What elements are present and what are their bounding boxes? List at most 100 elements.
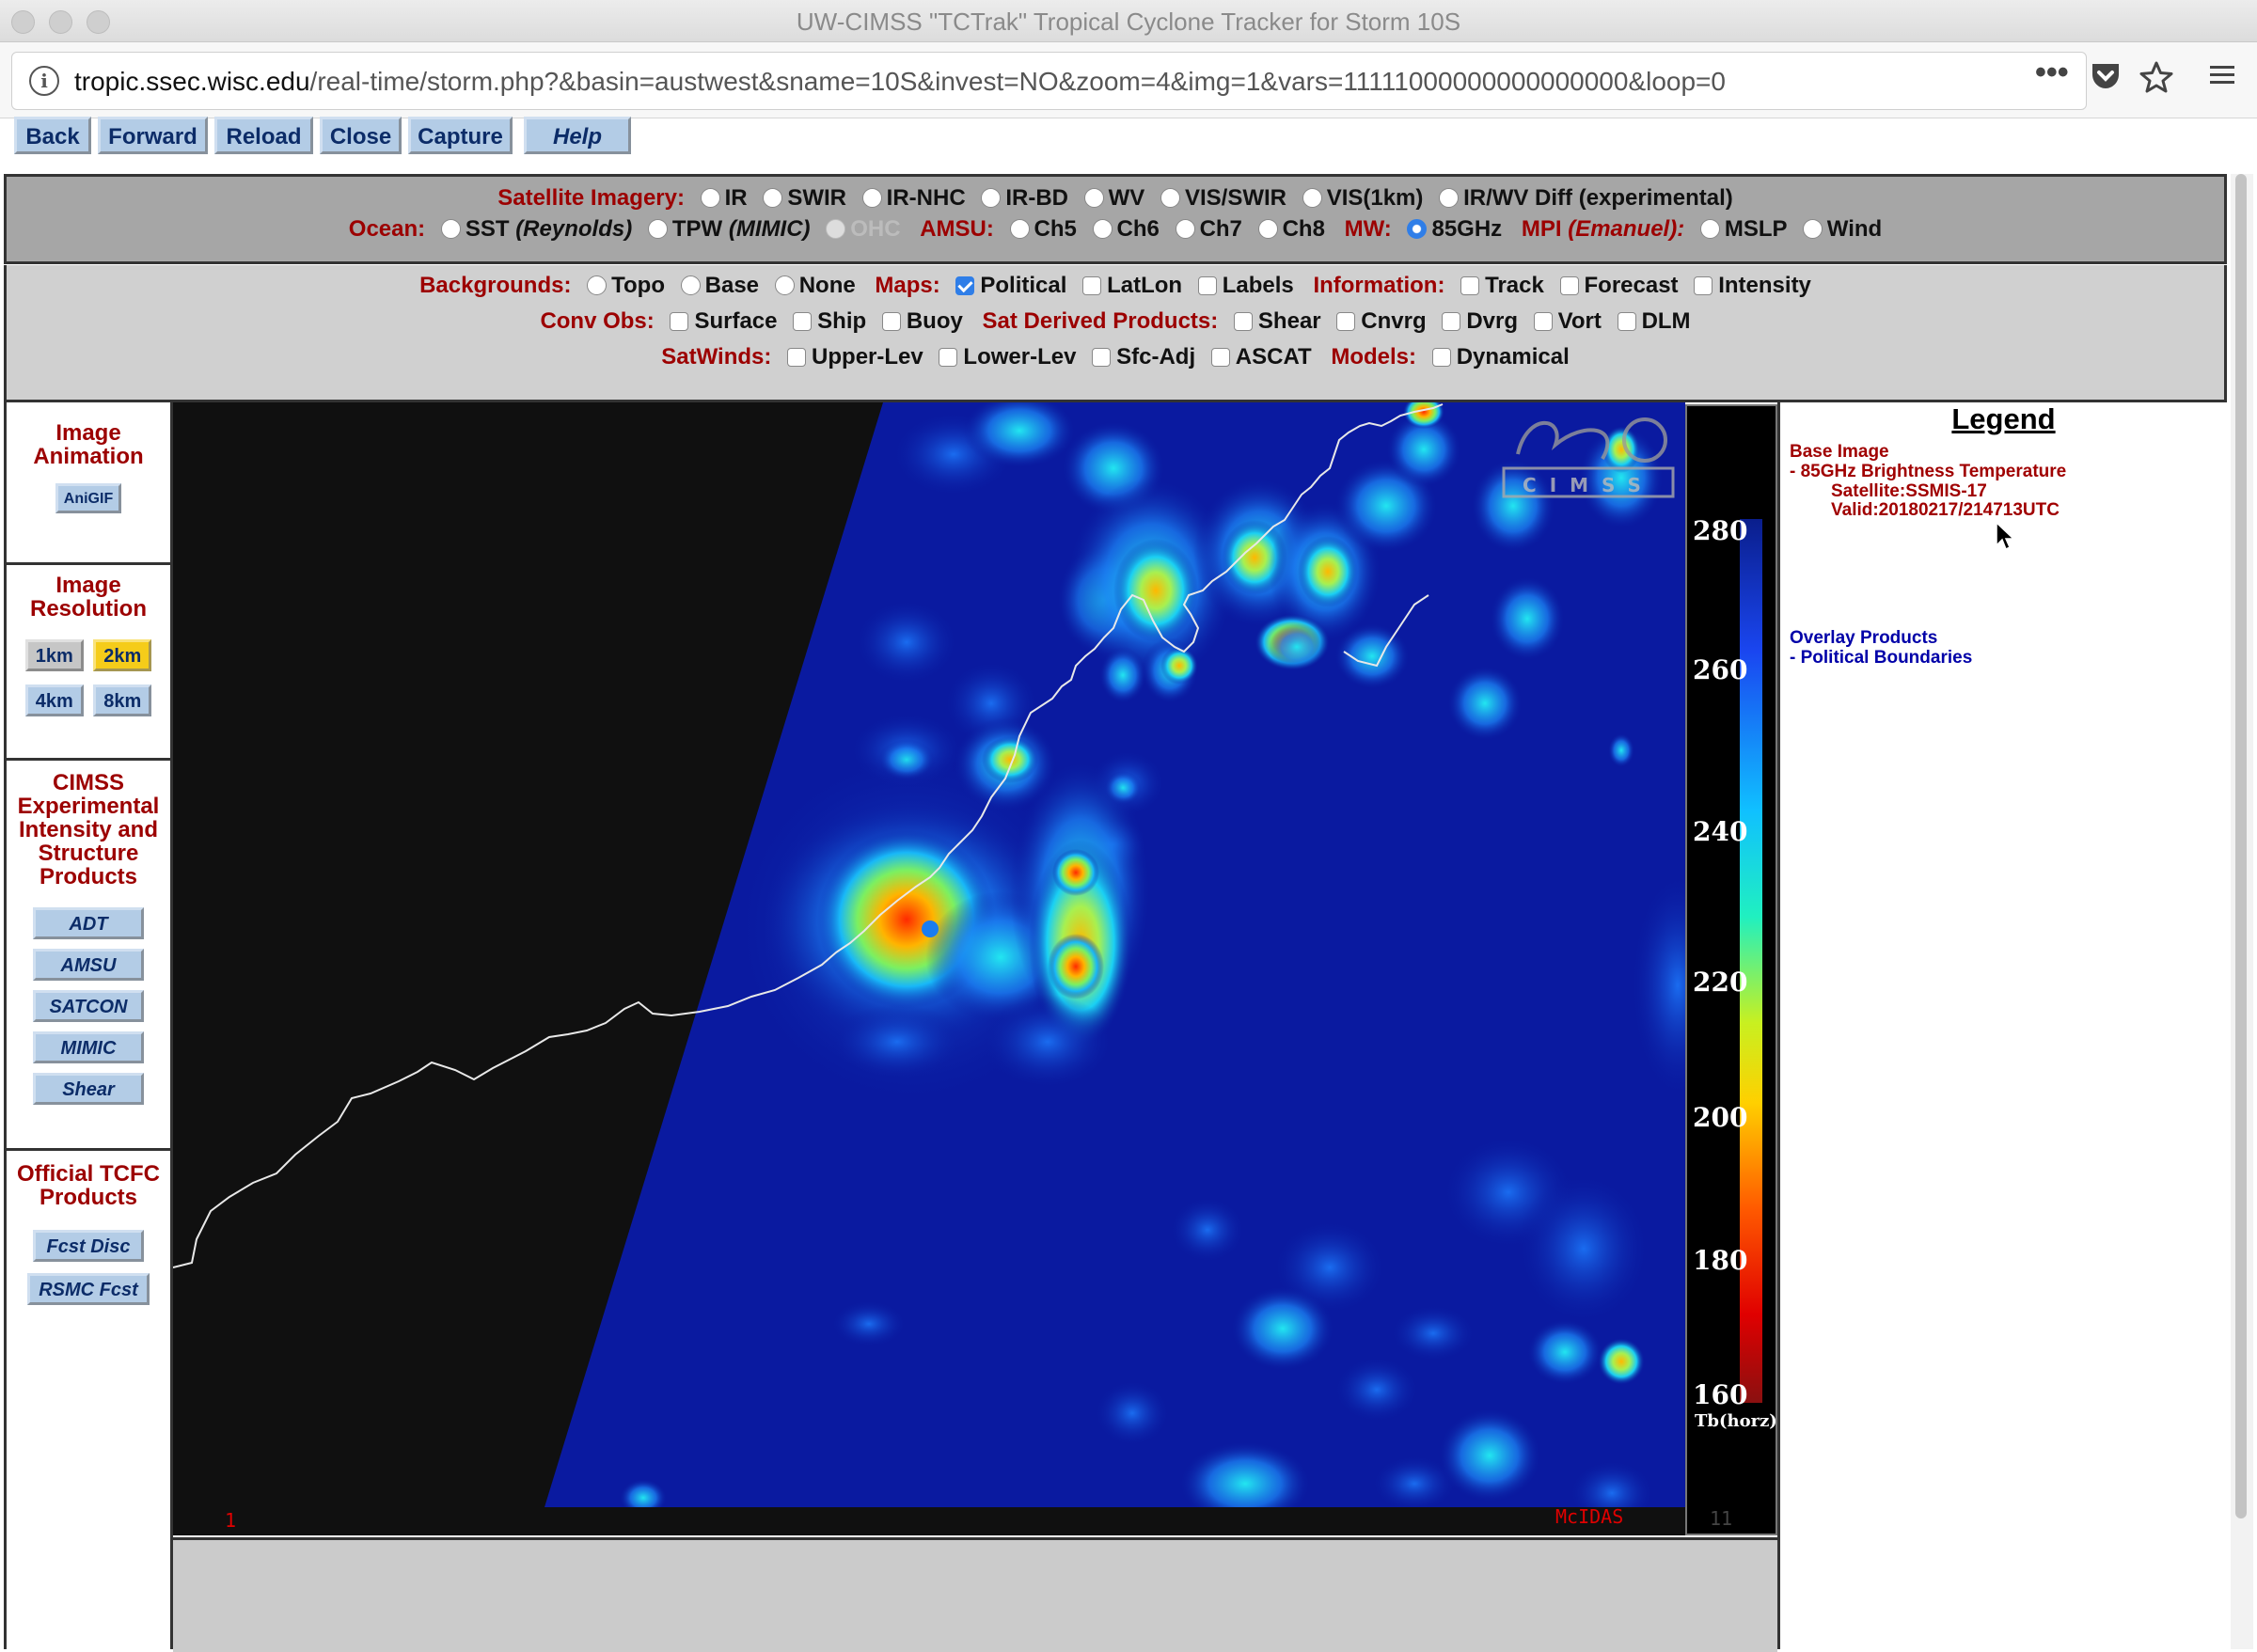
ir-wv-diff-radio[interactable]: [1439, 188, 1460, 208]
mimic-button[interactable]: MIMIC: [33, 1031, 144, 1063]
animation-title: Image Animation: [33, 420, 144, 469]
res-8km-button[interactable]: 8km: [93, 684, 152, 716]
anigif-button[interactable]: AniGIF: [55, 483, 121, 513]
wv-radio[interactable]: [1083, 188, 1104, 208]
url-text[interactable]: tropic.ssec.wisc.edu/real-time/storm.php…: [74, 67, 1726, 97]
85ghz-radio[interactable]: [1407, 219, 1428, 239]
lower-lev-option: Lower-Lev: [963, 344, 1077, 370]
ch8-option: Ch8: [1282, 216, 1325, 242]
intensity-checkbox[interactable]: [1694, 276, 1713, 295]
vis-swir-radio[interactable]: [1160, 188, 1180, 208]
forecast-option: Forecast: [1584, 273, 1679, 298]
ir-bd-radio[interactable]: [981, 188, 1002, 208]
info-icon[interactable]: i: [29, 66, 59, 96]
latlon-checkbox[interactable]: [1082, 276, 1102, 295]
ir-nhc-radio[interactable]: [861, 188, 882, 208]
labels-checkbox[interactable]: [1197, 276, 1217, 295]
sfc-adj-option: Sfc-Adj: [1116, 344, 1196, 370]
vort-option: Vort: [1557, 308, 1602, 334]
base-radio[interactable]: [680, 275, 701, 295]
legend-title: Legend: [1951, 402, 2056, 435]
ch5-radio[interactable]: [1009, 219, 1030, 239]
reload-button[interactable]: Reload: [214, 117, 313, 154]
amsu-button[interactable]: AMSU: [33, 949, 144, 981]
sst-radio[interactable]: [440, 219, 461, 239]
colorbar-tick: 280: [1693, 515, 1747, 546]
satcon-button[interactable]: SATCON: [33, 990, 144, 1022]
ch6-option: Ch6: [1116, 216, 1160, 242]
swir-radio[interactable]: [763, 188, 783, 208]
tpw-source: (MIMIC): [728, 216, 811, 242]
forecast-checkbox[interactable]: [1559, 276, 1579, 295]
sfc-adj-checkbox[interactable]: [1092, 348, 1112, 367]
forward-button[interactable]: Forward: [98, 117, 208, 154]
help-button[interactable]: Help: [524, 117, 631, 154]
ascat-checkbox[interactable]: [1210, 348, 1230, 367]
pocket-icon[interactable]: [2090, 61, 2122, 98]
sst-source: (Reynolds): [515, 216, 633, 242]
cnvrg-checkbox[interactable]: [1336, 312, 1356, 331]
tpw-radio[interactable]: [647, 219, 668, 239]
none-radio[interactable]: [774, 275, 795, 295]
scrollbar-thumb[interactable]: [2235, 174, 2247, 1518]
adt-button[interactable]: ADT: [33, 907, 144, 939]
labels-option: Labels: [1222, 273, 1294, 298]
lower-lev-checkbox[interactable]: [939, 348, 958, 367]
imagery-selection-panel: Satellite Imagery: IR SWIR IR-NHC IR-BD …: [4, 174, 2227, 264]
track-option: Track: [1485, 273, 1544, 298]
satellite-image[interactable]: CIMSS 1 McIDAS: [173, 402, 1685, 1535]
bookmark-star-icon[interactable]: [2139, 61, 2173, 100]
legend-overlay-products: Overlay Products: [1790, 628, 1938, 648]
capture-button[interactable]: Capture: [408, 117, 513, 154]
buoy-checkbox[interactable]: [881, 312, 901, 331]
dlm-checkbox[interactable]: [1617, 312, 1636, 331]
sat-derived-label: Sat Derived Products:: [982, 308, 1219, 334]
mcidas-label: McIDAS: [1555, 1505, 1623, 1528]
address-bar[interactable]: i tropic.ssec.wisc.edu/real-time/storm.p…: [11, 52, 2087, 110]
vort-checkbox[interactable]: [1533, 312, 1553, 331]
back-button[interactable]: Back: [14, 117, 91, 154]
track-checkbox[interactable]: [1460, 276, 1480, 295]
menu-icon[interactable]: [2208, 61, 2236, 96]
mslp-option: MSLP: [1724, 216, 1788, 242]
ch5-option: Ch5: [1034, 216, 1077, 242]
legend-panel: Legend Base Image - 85GHz Brightness Tem…: [1777, 402, 2227, 1649]
dlm-option: DLM: [1641, 308, 1691, 334]
ch8-radio[interactable]: [1257, 219, 1278, 239]
ship-option: Ship: [817, 308, 867, 334]
mpi-source: (Emanuel):: [1568, 216, 1685, 242]
ch7-option: Ch7: [1199, 216, 1242, 242]
more-icon[interactable]: •••: [2035, 55, 2069, 89]
topo-radio[interactable]: [587, 275, 608, 295]
mslp-radio[interactable]: [1699, 219, 1720, 239]
satellite-imagery-row: Satellite Imagery: IR SWIR IR-NHC IR-BD …: [7, 185, 2224, 212]
dynamical-checkbox[interactable]: [1431, 348, 1451, 367]
ir-radio[interactable]: [700, 188, 720, 208]
res-2km-button[interactable]: 2km: [93, 639, 152, 671]
political-checkbox[interactable]: [955, 276, 975, 295]
dvrg-checkbox[interactable]: [1442, 312, 1461, 331]
res-4km-button[interactable]: 4km: [24, 684, 84, 716]
ir-nhc-option: IR-NHC: [886, 185, 966, 211]
rsmc-fcst-button[interactable]: RSMC Fcst: [27, 1273, 150, 1305]
brightness-temperature-map: CIMSS 1 McIDAS: [173, 402, 1685, 1535]
shear-button[interactable]: Shear: [33, 1073, 144, 1105]
ch7-radio[interactable]: [1175, 219, 1195, 239]
ship-checkbox[interactable]: [793, 312, 813, 331]
res-1km-button[interactable]: 1km: [24, 639, 84, 671]
ir-bd-option: IR-BD: [1005, 185, 1068, 211]
surface-checkbox[interactable]: [670, 312, 689, 331]
shear-checkbox[interactable]: [1233, 312, 1253, 331]
upper-lev-checkbox[interactable]: [787, 348, 807, 367]
wind-option: Wind: [1826, 216, 1883, 242]
wind-radio[interactable]: [1802, 219, 1823, 239]
colorbar-tick: 220: [1693, 967, 1747, 998]
fcst-disc-button[interactable]: Fcst Disc: [33, 1230, 144, 1262]
ohc-option: OHC: [850, 216, 901, 242]
ch6-radio[interactable]: [1092, 219, 1113, 239]
close-button[interactable]: Close: [320, 117, 402, 154]
url-path: /real-time/storm.php?&basin=austwest&sna…: [309, 67, 1726, 96]
ir-wv-diff-option: IR/WV Diff (experimental): [1463, 185, 1733, 211]
page-scrollbar[interactable]: [2231, 174, 2253, 1649]
vis-1km-radio[interactable]: [1302, 188, 1322, 208]
